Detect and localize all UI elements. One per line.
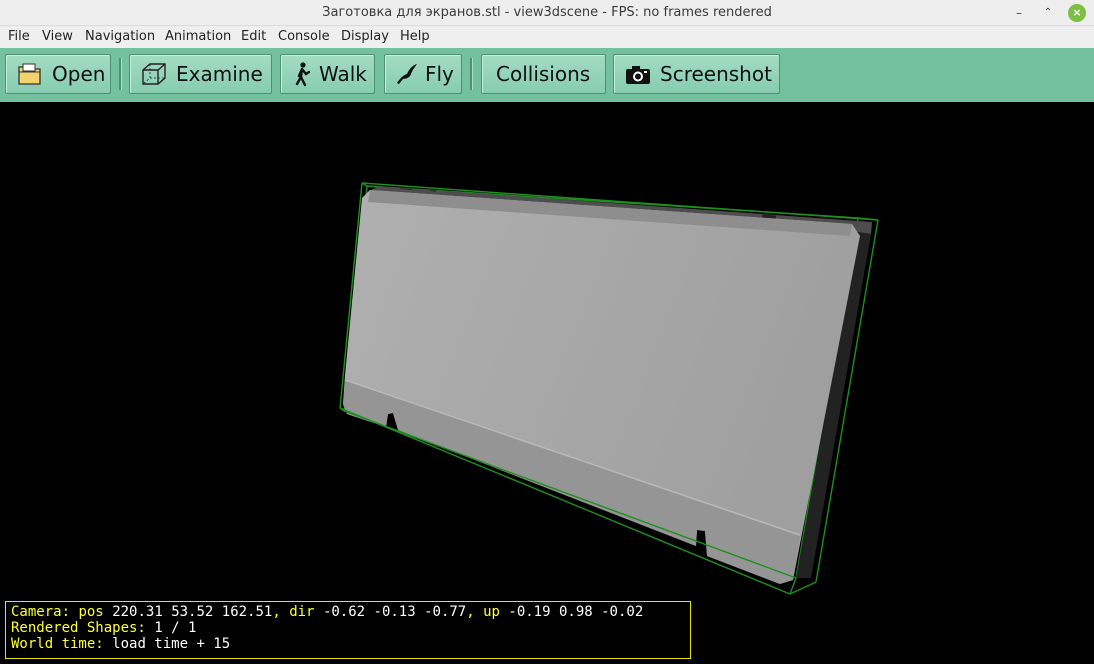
menu-console[interactable]: Console bbox=[278, 26, 330, 48]
menu-animation[interactable]: Animation bbox=[165, 26, 231, 48]
close-icon[interactable]: × bbox=[1068, 4, 1086, 22]
examine-button-label: Examine bbox=[176, 62, 263, 86]
menu-file[interactable]: File bbox=[8, 26, 30, 48]
fly-button-label: Fly bbox=[425, 62, 454, 86]
menu-navigation[interactable]: Navigation bbox=[85, 26, 155, 48]
world-time-value: load time + 15 bbox=[112, 636, 231, 652]
menu-display[interactable]: Display bbox=[341, 26, 389, 48]
title-bar[interactable]: Заготовка для экранов.stl - view3dscene … bbox=[0, 0, 1094, 26]
examine-button[interactable]: Examine bbox=[129, 54, 272, 94]
screenshot-button[interactable]: Screenshot bbox=[613, 54, 780, 94]
walking-person-icon bbox=[291, 61, 313, 87]
pos-label: pos bbox=[78, 604, 104, 620]
toolbar-separator bbox=[119, 58, 122, 90]
minimize-icon[interactable]: – bbox=[1010, 4, 1028, 22]
3d-model bbox=[343, 186, 872, 584]
world-time-label: World time: bbox=[11, 636, 104, 652]
pos-value: 220.31 53.52 162.51 bbox=[112, 604, 273, 620]
collisions-toggle-label: Collisions bbox=[496, 62, 591, 86]
menu-help[interactable]: Help bbox=[400, 26, 430, 48]
cube-icon bbox=[140, 61, 168, 87]
bird-icon bbox=[395, 61, 419, 87]
up-value: -0.19 0.98 -0.02 bbox=[508, 604, 644, 620]
maximize-icon[interactable]: ⌃ bbox=[1039, 4, 1057, 22]
rendered-shapes-label: Rendered Shapes: bbox=[11, 620, 146, 636]
dir-value: -0.62 -0.13 -0.77 bbox=[322, 604, 467, 620]
camera-label: Camera: bbox=[11, 604, 71, 620]
open-button[interactable]: Open bbox=[5, 54, 111, 94]
window-title: Заготовка для экранов.stl - view3dscene … bbox=[322, 5, 772, 20]
camera-icon bbox=[624, 61, 652, 87]
folder-icon bbox=[16, 61, 44, 87]
fly-button[interactable]: Fly bbox=[384, 54, 462, 94]
app-window: Заготовка для экранов.stl - view3dscene … bbox=[0, 0, 1094, 664]
camera-info-overlay: Camera: pos 220.31 53.52 162.51, dir -0.… bbox=[5, 601, 691, 659]
menu-bar: File View Navigation Animation Edit Cons… bbox=[0, 26, 1094, 48]
collisions-toggle[interactable]: Collisions bbox=[481, 54, 606, 94]
up-label: up bbox=[483, 604, 500, 620]
toolbar: Open Examine Walk Fly Collisions Screens… bbox=[0, 48, 1094, 102]
walk-button[interactable]: Walk bbox=[280, 54, 375, 94]
walk-button-label: Walk bbox=[319, 62, 367, 86]
scene-canvas bbox=[339, 182, 879, 595]
menu-view[interactable]: View bbox=[42, 26, 73, 48]
rendered-shapes-value: 1 / 1 bbox=[154, 620, 197, 636]
open-button-label: Open bbox=[52, 62, 106, 86]
screenshot-button-label: Screenshot bbox=[660, 62, 772, 86]
3d-viewport[interactable] bbox=[0, 102, 1094, 664]
dir-label: dir bbox=[289, 604, 315, 620]
toolbar-separator bbox=[470, 58, 473, 90]
menu-edit[interactable]: Edit bbox=[241, 26, 266, 48]
